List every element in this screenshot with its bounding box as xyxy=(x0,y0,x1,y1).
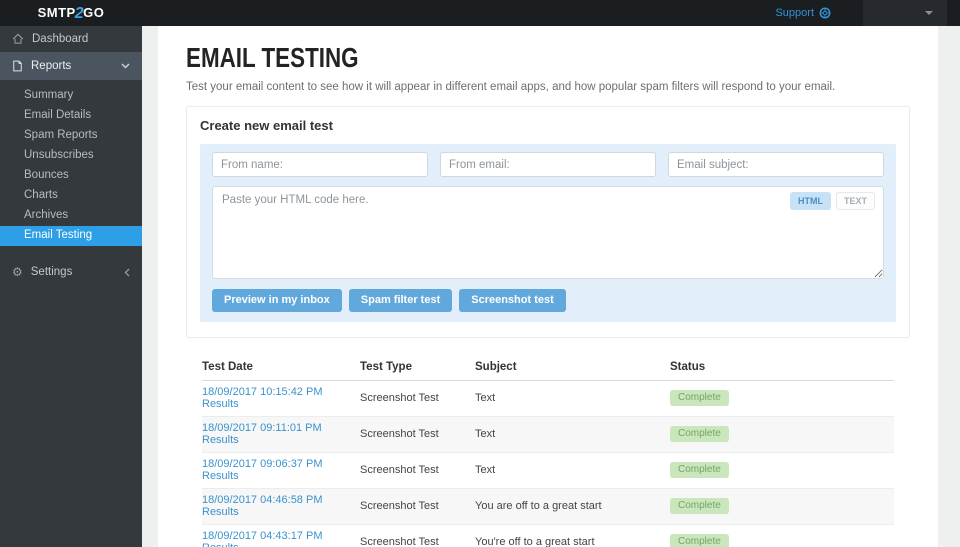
sidebar-item-reports[interactable]: Reports xyxy=(0,52,142,80)
sidebar-subitem-label: Archives xyxy=(24,209,69,221)
sidebar-subitem-label: Summary xyxy=(24,89,74,101)
logo-part-2: 2 xyxy=(74,5,85,22)
topbar: SMTP2GO Support xyxy=(0,0,960,26)
status-badge: Complete xyxy=(670,462,729,478)
results-link[interactable]: Results xyxy=(202,506,239,518)
results-link[interactable]: Results xyxy=(202,470,239,482)
sidebar-item-label: Reports xyxy=(31,60,72,72)
status-badge: Complete xyxy=(670,534,729,547)
col-header-test-date: Test Date xyxy=(202,355,360,381)
test-results-table-wrap: Test Date Test Type Subject Status 18/09… xyxy=(186,355,910,547)
sidebar-item-label: Settings xyxy=(30,266,73,278)
sidebar-subitem-label: Spam Reports xyxy=(24,129,98,141)
status-badge: Complete xyxy=(670,426,729,442)
sidebar-item-charts[interactable]: Charts xyxy=(0,186,142,206)
sidebar-item-unsubscribes[interactable]: Unsubscribes xyxy=(0,146,142,166)
logo-part-go: GO xyxy=(83,5,105,20)
html-mode-button[interactable]: HTML xyxy=(789,192,831,210)
logo-part-smtp: SMTP xyxy=(37,5,76,20)
test-date-link[interactable]: 18/09/2017 10:15:42 PM xyxy=(202,386,322,398)
document-icon xyxy=(13,60,22,72)
sidebar-item-spam-reports[interactable]: Spam Reports xyxy=(0,126,142,146)
test-type-cell: Screenshot Test xyxy=(360,488,475,525)
table-row: 18/09/2017 10:15:42 PM Results Screensho… xyxy=(202,380,894,417)
subject-cell: Text xyxy=(475,380,670,417)
status-badge: Complete xyxy=(670,498,729,514)
html-code-textarea[interactable] xyxy=(212,186,884,279)
test-type-cell: Screenshot Test xyxy=(360,452,475,489)
sidebar-item-settings[interactable]: ⚙ Settings xyxy=(0,259,142,285)
subject-cell: You're off to a great start xyxy=(475,524,670,547)
sidebar-subitem-label: Email Details xyxy=(24,109,92,121)
sidebar-subitem-label: Email Testing xyxy=(24,229,93,241)
test-type-cell: Screenshot Test xyxy=(360,524,475,547)
support-link[interactable]: Support xyxy=(775,7,831,19)
table-row: 18/09/2017 09:06:37 PM Results Screensho… xyxy=(202,452,894,489)
test-results-table: Test Date Test Type Subject Status 18/09… xyxy=(202,355,894,547)
subject-cell: You are off to a great start xyxy=(475,488,670,525)
email-test-form: HTML TEXT Preview in my inbox Spam filte… xyxy=(200,144,896,322)
gear-icon: ⚙ xyxy=(12,265,23,279)
col-header-subject: Subject xyxy=(475,355,670,381)
subject-cell: Text xyxy=(475,416,670,453)
page-subtitle: Test your email content to see how it wi… xyxy=(186,81,836,93)
table-row: 18/09/2017 09:11:01 PM Results Screensho… xyxy=(202,416,894,453)
sidebar-item-email-details[interactable]: Email Details xyxy=(0,106,142,126)
test-date-link[interactable]: 18/09/2017 09:11:01 PM xyxy=(202,422,322,434)
test-type-cell: Screenshot Test xyxy=(360,416,475,453)
col-header-status: Status xyxy=(670,355,894,381)
test-date-link[interactable]: 18/09/2017 04:43:17 PM xyxy=(202,530,322,542)
reports-subnav: Summary Email Details Spam Reports Unsub… xyxy=(0,80,142,252)
account-dropdown[interactable] xyxy=(863,0,947,26)
chevron-left-icon xyxy=(124,268,130,276)
caret-down-icon xyxy=(925,11,933,15)
results-link[interactable]: Results xyxy=(202,542,239,547)
sidebar-item-summary[interactable]: Summary xyxy=(0,86,142,106)
sidebar: Dashboard Reports Summary Email Details … xyxy=(0,26,142,547)
sidebar-item-email-testing[interactable]: Email Testing xyxy=(0,226,142,246)
from-name-input[interactable] xyxy=(212,152,428,177)
test-table-body: 18/09/2017 10:15:42 PM Results Screensho… xyxy=(202,380,894,547)
create-test-section: Create new email test HTML TEXT Preview … xyxy=(186,106,910,338)
from-email-input[interactable] xyxy=(440,152,656,177)
email-subject-input[interactable] xyxy=(668,152,884,177)
table-row: 18/09/2017 04:43:17 PM Results Screensho… xyxy=(202,524,894,547)
spam-filter-test-button[interactable]: Spam filter test xyxy=(348,289,453,312)
sidebar-subitem-label: Unsubscribes xyxy=(24,149,94,161)
test-date-link[interactable]: 18/09/2017 04:46:58 PM xyxy=(202,494,322,506)
text-mode-button[interactable]: TEXT xyxy=(835,192,875,210)
results-link[interactable]: Results xyxy=(202,398,239,410)
lifebuoy-icon xyxy=(819,7,831,19)
chevron-down-icon xyxy=(121,63,130,69)
sidebar-item-dashboard[interactable]: Dashboard xyxy=(0,26,142,52)
status-badge: Complete xyxy=(670,390,729,406)
screenshot-test-button[interactable]: Screenshot test xyxy=(459,289,566,312)
page-title: EMAIL TESTING xyxy=(186,42,359,73)
col-header-test-type: Test Type xyxy=(360,355,475,381)
support-label: Support xyxy=(775,7,814,19)
table-row: 18/09/2017 04:46:58 PM Results Screensho… xyxy=(202,488,894,525)
smtp2go-logo[interactable]: SMTP2GO xyxy=(0,0,142,26)
sidebar-subitem-label: Bounces xyxy=(24,169,69,181)
sidebar-item-archives[interactable]: Archives xyxy=(0,206,142,226)
home-icon xyxy=(12,33,24,44)
content-card: EMAIL TESTING Test your email content to… xyxy=(158,26,938,547)
sidebar-item-bounces[interactable]: Bounces xyxy=(0,166,142,186)
results-link[interactable]: Results xyxy=(202,434,239,446)
main-area: EMAIL TESTING Test your email content to… xyxy=(142,26,960,547)
subject-cell: Text xyxy=(475,452,670,489)
sidebar-subitem-label: Charts xyxy=(24,189,58,201)
test-type-cell: Screenshot Test xyxy=(360,380,475,417)
section-heading: Create new email test xyxy=(200,118,333,133)
preview-inbox-button[interactable]: Preview in my inbox xyxy=(212,289,342,312)
sidebar-item-label: Dashboard xyxy=(32,33,89,45)
test-date-link[interactable]: 18/09/2017 09:06:37 PM xyxy=(202,458,322,470)
